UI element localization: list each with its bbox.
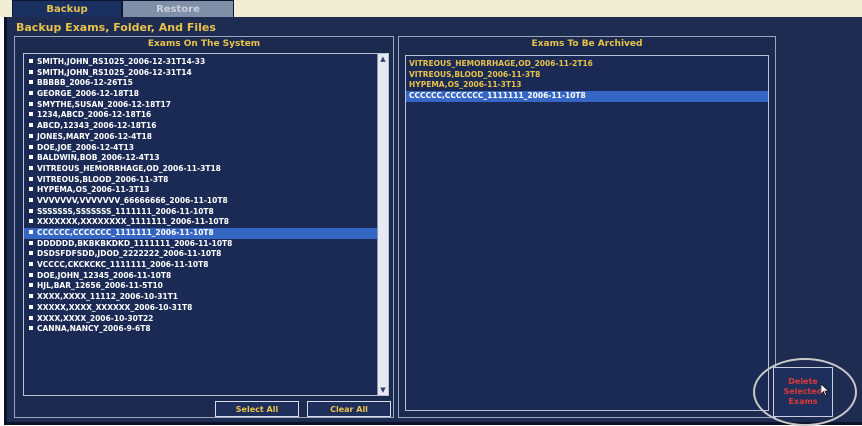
archive-list-item[interactable]: VITREOUS,BLOOD_2006-11-3T8 [406,70,768,81]
tab-restore[interactable]: Restore [122,0,234,17]
exam-list-item-label: SMITH,JOHN_RS1025_2006-12-31T14-33 [37,57,206,66]
exam-list-item-label: SSSSSSS,SSSSSSS_1111111_2006-11-10T8 [37,206,214,216]
exam-list-item-label: XXXX,XXXX_2006-10-30T22 [37,313,154,323]
exam-list-item-label: HJL,BAR_12656_2006-11-5T10 [37,281,163,291]
tab-backup[interactable]: Backup [12,0,122,17]
exam-list-item-label: CANNA,NANCY_2006-9-6T8 [37,324,151,334]
square-bullet-icon [29,112,33,117]
exam-list-item-label: VITREOUS,BLOOD_2006-11-3T8 [37,174,169,184]
mouse-cursor-icon [821,384,829,396]
exams-to-archive-panel: Exams To Be Archived VITREOUS_HEMORRHAGE… [398,36,776,418]
exams-to-archive-list[interactable]: VITREOUS_HEMORRHAGE,OD_2006-11-2T16 VITRE… [405,55,769,411]
exam-list-item[interactable]: DDDDDD,BKBKBKDKD_1111111_2006-11-10T8 [24,239,378,250]
select-all-button[interactable]: Select All [215,401,299,417]
exam-list-item[interactable]: XXXXXXX,XXXXXXXX_1111111_2006-11-10T8 [24,217,378,228]
exam-list-item-label: 1234,ABCD_2006-12-18T16 [37,110,152,120]
exam-list-item-label: XXXXX,XXXX_XXXXXX_2006-10-31T8 [37,302,193,312]
square-bullet-icon [29,69,33,74]
exam-list-item[interactable]: VCCCC,CKCKCKC_1111111_2006-11-10T8 [24,260,378,271]
scroll-up-arrow-icon[interactable]: ▲ [378,54,388,64]
square-bullet-icon [29,283,33,288]
exam-list-item-label: DDDDDD,BKBKBKDKD_1111111_2006-11-10T8 [37,238,233,248]
exam-list-item-label: XXXX,XXXX_11112_2006-10-31T1 [37,292,179,302]
archive-list-item[interactable]: CCCCCC,CCCCCCC_1111111_2006-11-10T8 [406,91,768,102]
square-bullet-icon [29,144,33,149]
clear-all-button[interactable]: Clear All [307,401,391,417]
page-title: Backup Exams, Folder, And Files [16,21,216,34]
exams-list-scrollbar[interactable]: ▲ ▼ [377,54,388,395]
exam-list-item[interactable]: ABCD,12343_2006-12-18T16 [24,121,378,132]
exam-list-item[interactable]: XXXX,XXXX_11112_2006-10-31T1 [24,292,378,303]
square-bullet-icon [29,80,33,85]
square-bullet-icon [29,59,33,63]
exam-list-item-label: VCCCC,CKCKCKC_1111111_2006-11-10T8 [37,260,209,270]
square-bullet-icon [29,165,33,170]
square-bullet-icon [29,251,33,256]
exam-list-item-label: DOE,JOE_2006-12-4T13 [37,142,134,152]
exam-list-item[interactable]: SMITH,JOHN_RS1025_2006-12-31T14 [24,68,378,79]
square-bullet-icon [29,315,33,320]
exam-list-item[interactable]: CANNA,NANCY_2006-9-6T8 [24,324,378,335]
square-bullet-icon [29,155,33,160]
exam-list-item-label: HYPEMA,OS_2006-11-3T13 [37,185,150,195]
exam-list-item-label: SMYTHE,SUSAN_2006-12-18T17 [37,99,171,109]
exam-list-item-label: BBBBB_2006-12-26T15 [37,78,133,88]
exam-list-item[interactable]: SMITH,JOHN_RS1025_2006-12-31T14-33 [24,57,378,68]
exam-list-item[interactable]: VVVVVVV,VVVVVVV_66666666_2006-11-10T8 [24,196,378,207]
exam-list-item-label: DSDSFDFSDD,JDOD_2222222_2006-11-10T8 [37,249,222,259]
square-bullet-icon [29,230,33,234]
square-bullet-icon [29,123,33,128]
square-bullet-icon [29,187,33,192]
square-bullet-icon [29,101,33,106]
exam-list-item[interactable]: SSSSSSS,SSSSSSS_1111111_2006-11-10T8 [24,207,378,218]
exam-list-item-label: DOE,JOHN_12345_2006-11-10T8 [37,270,172,280]
exam-list-item[interactable]: DOE,JOHN_12345_2006-11-10T8 [24,271,378,282]
exam-list-item-label: BALDWIN,BOB_2006-12-4T13 [37,153,160,163]
square-bullet-icon [29,240,33,245]
archive-list-item[interactable]: VITREOUS_HEMORRHAGE,OD_2006-11-2T16 [406,59,768,70]
exam-list-item[interactable]: JONES,MARY_2006-12-4T18 [24,132,378,143]
square-bullet-icon [29,294,33,299]
exam-list-item-label: ABCD,12343_2006-12-18T16 [37,121,157,131]
square-bullet-icon [29,262,33,267]
square-bullet-icon [29,272,33,277]
exam-list-item-label: XXXXXXX,XXXXXXXX_1111111_2006-11-10T8 [37,217,229,227]
exams-on-system-list[interactable]: SMITH,JOHN_RS1025_2006-12-31T14-33 SMITH,… [23,53,389,396]
exam-list-item[interactable]: DSDSFDFSDD,JDOD_2222222_2006-11-10T8 [24,249,378,260]
exams-on-system-header: Exams On The System [147,39,261,49]
exam-list-item[interactable]: BALDWIN,BOB_2006-12-4T13 [24,153,378,164]
exam-list-item[interactable]: VITREOUS,BLOOD_2006-11-3T8 [24,175,378,186]
exam-list-item[interactable]: DOE,JOE_2006-12-4T13 [24,143,378,154]
exam-list-item[interactable]: SMYTHE,SUSAN_2006-12-18T17 [24,100,378,111]
exams-on-system-panel: Exams On The System SMITH,JOHN_RS1025_20… [14,36,394,418]
exam-list-item-label: CCCCCC,CCCCCCC_1111111_2006-11-10T8 [37,228,214,237]
square-bullet-icon [29,91,33,96]
exams-to-archive-header: Exams To Be Archived [531,39,643,49]
exam-list-item[interactable]: XXXX,XXXX_2006-10-30T22 [24,314,378,325]
scroll-down-arrow-icon[interactable]: ▼ [378,385,388,395]
exam-list-item[interactable]: GEORGE_2006-12-18T18 [24,89,378,100]
square-bullet-icon [29,219,33,224]
square-bullet-icon [29,176,33,181]
exam-list-item[interactable]: CCCCCC,CCCCCCC_1111111_2006-11-10T8 [24,228,378,239]
exam-list-item[interactable]: VITREOUS_HEMORRHAGE,OD_2006-11-3T18 [24,164,378,175]
exam-list-item-label: GEORGE_2006-12-18T18 [37,89,139,99]
exam-list-item-label: JONES,MARY_2006-12-4T18 [37,131,152,141]
backup-window: Backup Exams, Folder, And Files Exams On… [4,17,862,425]
exam-list-item[interactable]: HYPEMA,OS_2006-11-3T13 [24,185,378,196]
exam-list-item-label: SMITH,JOHN_RS1025_2006-12-31T14 [37,67,192,77]
exam-list-item-label: VITREOUS_HEMORRHAGE,OD_2006-11-3T18 [37,163,221,173]
exam-list-item[interactable]: HJL,BAR_12656_2006-11-5T10 [24,281,378,292]
exam-list-item[interactable]: XXXXX,XXXX_XXXXXX_2006-10-31T8 [24,303,378,314]
square-bullet-icon [29,133,33,138]
square-bullet-icon [29,197,33,202]
exam-list-item-label: VVVVVVV,VVVVVVV_66666666_2006-11-10T8 [37,195,228,205]
exam-list-item[interactable]: 1234,ABCD_2006-12-18T16 [24,110,378,121]
square-bullet-icon [29,304,33,309]
archive-list-item[interactable]: HYPEMA,OS_2006-11-3T13 [406,80,768,91]
square-bullet-icon [29,208,33,213]
exam-list-item[interactable]: BBBBB_2006-12-26T15 [24,78,378,89]
square-bullet-icon [29,326,33,331]
delete-button-line3: Exams [788,397,818,406]
